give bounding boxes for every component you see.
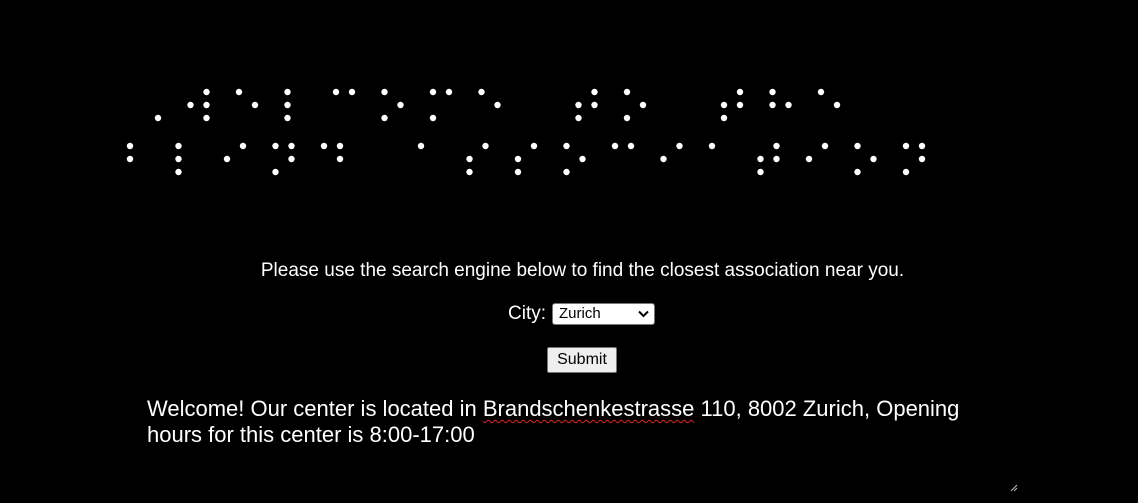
braille-dot [203,114,210,122]
braille-dot [591,88,598,96]
braille-heading [126,88,926,176]
braille-dot [284,114,291,122]
braille-dot [126,142,134,150]
braille-dot [514,168,522,176]
braille-dot [736,88,744,96]
braille-dot [251,101,259,109]
braille-dot [288,155,295,163]
braille-dot [514,155,522,163]
city-label: City: [508,303,546,324]
braille-dot [563,142,570,150]
braille-dot [284,101,291,109]
braille-dot [187,101,194,109]
braille-dot [239,142,247,150]
city-select[interactable]: Zurich [552,303,655,325]
braille-dot [821,142,829,150]
braille-dot [272,142,279,150]
braille-dot [563,168,570,176]
braille-dot [785,101,792,109]
braille-dot [918,155,926,163]
braille-dot [235,88,243,96]
braille-dot [397,101,404,109]
braille-dot [126,155,134,163]
braille-dot [575,114,582,122]
braille-line [154,88,841,122]
braille-dot [530,142,538,150]
braille-dot [708,142,716,150]
braille-dot [332,88,340,96]
braille-dot [284,88,291,96]
braille-dot [466,155,473,163]
braille-dot [203,101,210,109]
braille-dot [902,168,910,176]
braille-dot [773,155,780,163]
braille-dot [445,88,453,96]
braille-dot [639,101,647,109]
braille-dot [623,88,631,96]
braille-dot [579,155,586,163]
braille-dot [870,155,877,163]
braille-dot [769,88,776,96]
braille-dot [611,142,619,150]
braille-dot [736,101,744,109]
braille-dot [918,142,926,150]
braille-dot [805,155,813,163]
braille-dot [320,142,328,150]
braille-line [126,142,926,176]
braille-dot [478,88,485,96]
braille-dot [720,114,728,122]
braille-dot [175,142,182,150]
braille-dot [175,155,182,163]
braille-dot [417,142,425,150]
submit-label: Submit [557,351,607,368]
welcome-message: Welcome! Our center is located in Brands… [147,396,1007,448]
braille-dot [676,142,683,150]
braille-dot [591,101,598,109]
braille-dot [854,142,861,150]
submit-button[interactable]: Submit [547,347,617,373]
street-name: Brandschenkestrasse [482,396,695,421]
braille-dot [288,142,295,150]
braille-dot [272,168,279,176]
braille-dot [381,88,388,96]
city-selected-value: Zurich [559,305,601,322]
braille-dot [466,168,473,176]
resize-grip-icon[interactable] [1010,484,1018,492]
braille-dot [757,155,764,163]
braille-dot [203,88,210,96]
braille-dot [902,142,910,150]
braille-dot [854,168,861,176]
braille-dot [223,155,231,163]
braille-dot [429,114,437,122]
braille-dot [336,142,344,150]
braille-dot [627,142,635,150]
braille-dot [575,101,582,109]
braille-dot [336,155,344,163]
braille-dot [482,142,489,150]
chevron-down-icon [638,310,649,318]
braille-dot [348,88,356,96]
braille-dot [773,142,780,150]
braille-dot [623,114,631,122]
braille-dot [833,101,841,109]
braille-dot [660,155,667,163]
braille-dot [429,88,437,96]
braille-dot [494,101,501,109]
braille-dot [817,88,825,96]
intro-text: Please use the search engine below to fi… [260,260,905,281]
welcome-text-start: Welcome! Our center is located in [147,396,483,421]
braille-dot [720,101,728,109]
braille-dot [154,114,162,122]
city-form-row: City: Zurich [508,302,655,326]
braille-dot [381,114,388,122]
braille-dot [175,168,182,176]
braille-dot [769,101,776,109]
braille-dot [757,168,764,176]
